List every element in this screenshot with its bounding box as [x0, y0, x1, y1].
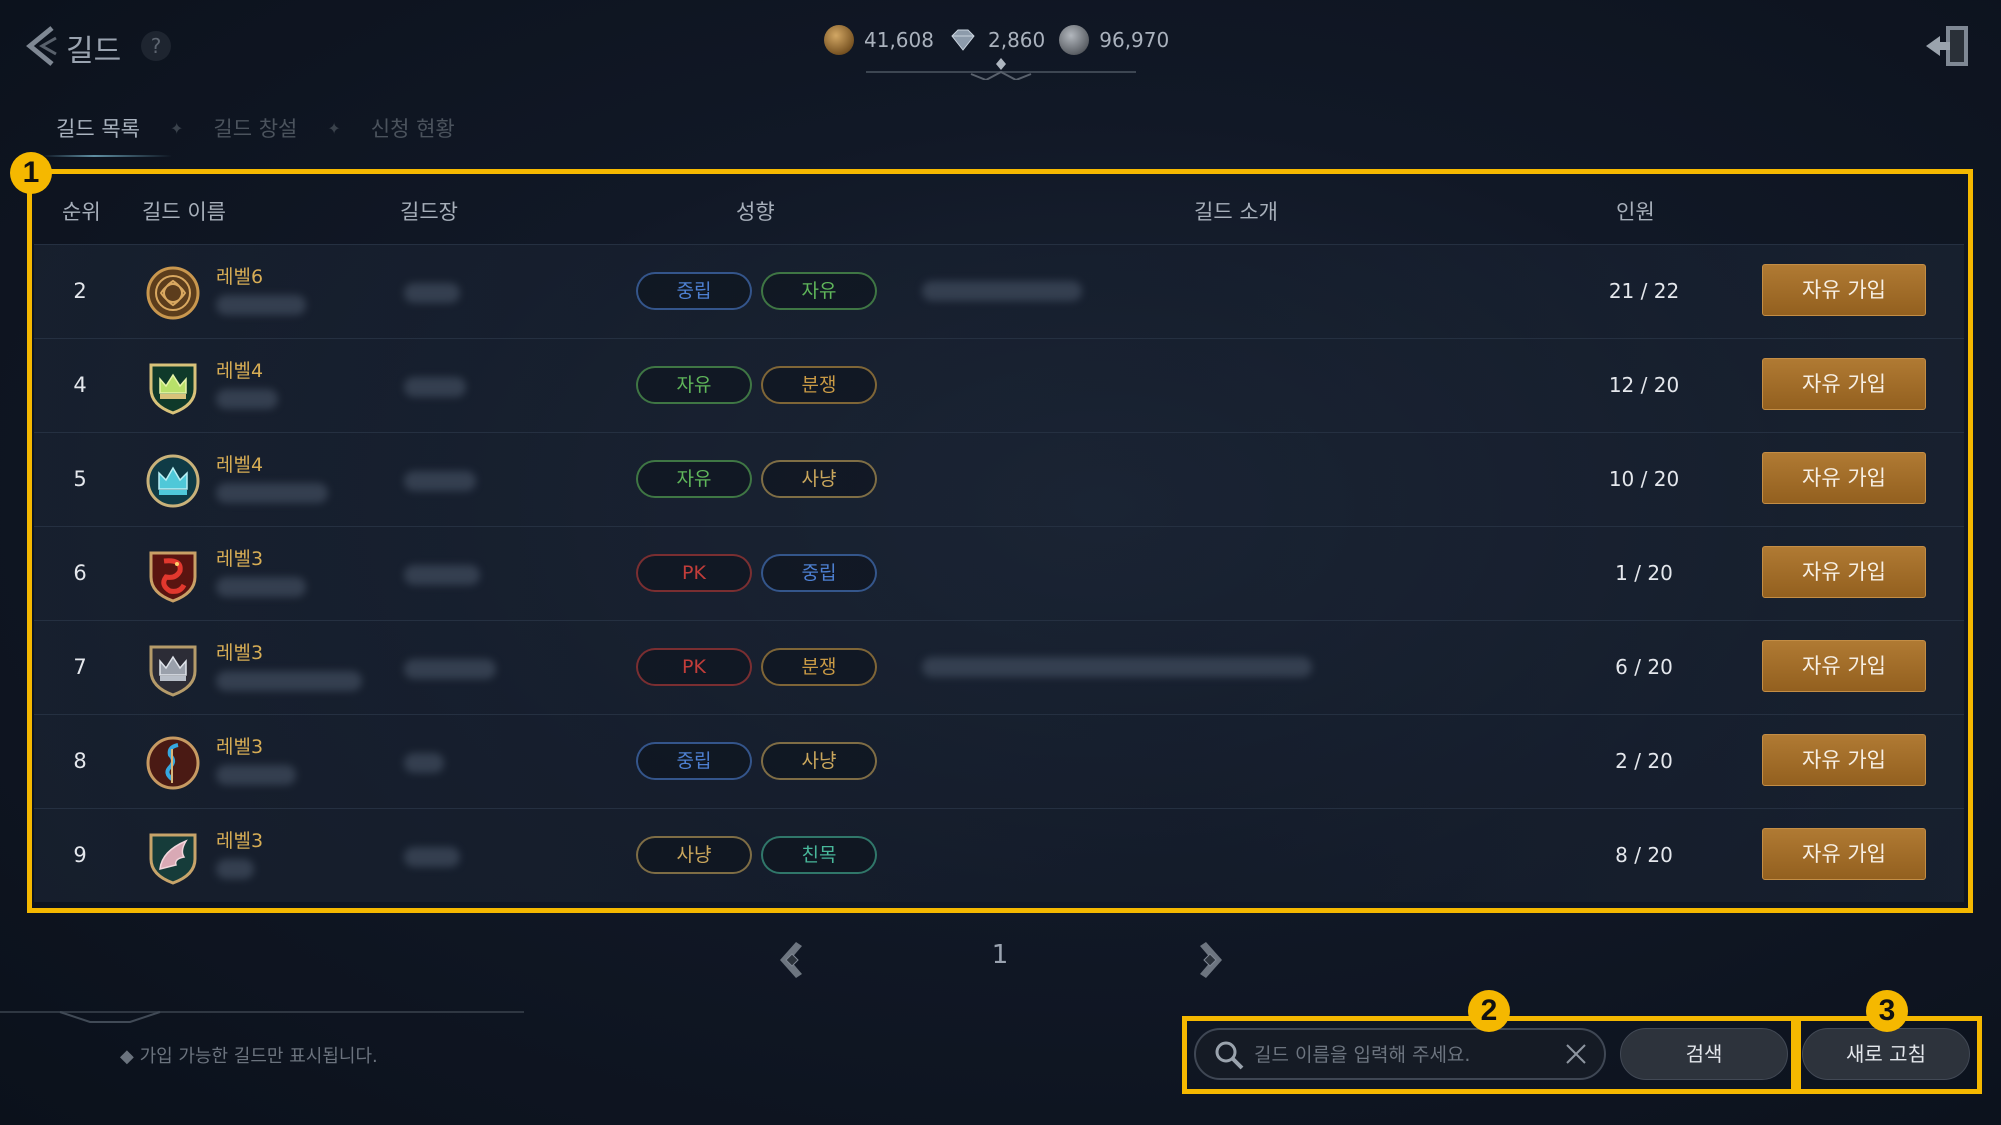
silver-coin-icon — [1059, 25, 1090, 55]
diamond-icon — [951, 29, 975, 51]
header-ornament — [866, 58, 1136, 80]
annotation-badge-3: 3 — [1866, 990, 1908, 1032]
tab-separator: ✦ — [327, 118, 341, 138]
currency-diamond: 2,860 — [948, 28, 1045, 52]
info-note: ◆ 가입 가능한 길드만 표시됩니다. — [120, 1046, 378, 1067]
diamond-amount: 2,860 — [987, 28, 1046, 52]
tab-guild-list[interactable]: 길드 목록 — [42, 113, 172, 157]
tab-guild-create[interactable]: 길드 창설 — [213, 113, 297, 143]
help-icon[interactable]: ? — [141, 31, 171, 61]
footer-ornament — [0, 1011, 524, 1023]
back-arrow-icon[interactable] — [22, 24, 58, 68]
currency-silver: 96,970 — [1059, 25, 1169, 55]
gold-amount: 41,608 — [864, 28, 934, 52]
page-number: 1 — [991, 940, 1009, 970]
tab-separator: ✦ — [169, 118, 184, 138]
currency-bar: 41,608 2,860 96,970 — [824, 22, 1169, 58]
highlight-box-1 — [27, 169, 1973, 913]
tab-bar: 길드 목록 ✦ 길드 창설 ✦ 신청 현황 — [42, 108, 455, 157]
annotation-badge-1: 1 — [10, 152, 52, 194]
exit-icon[interactable] — [1924, 24, 1972, 68]
annotation-badge-2: 2 — [1468, 990, 1510, 1032]
prev-page-icon[interactable] — [776, 940, 806, 980]
page-title: 길드 — [66, 34, 122, 69]
currency-gold: 41,608 — [824, 25, 934, 55]
next-page-icon[interactable] — [1196, 940, 1226, 980]
gold-coin-icon — [824, 25, 854, 55]
top-bar: 길드 ? 41,608 2,860 96,970 — [0, 0, 2001, 90]
silver-amount: 96,970 — [1099, 28, 1170, 52]
tab-application-status[interactable]: 신청 현황 — [371, 113, 455, 143]
